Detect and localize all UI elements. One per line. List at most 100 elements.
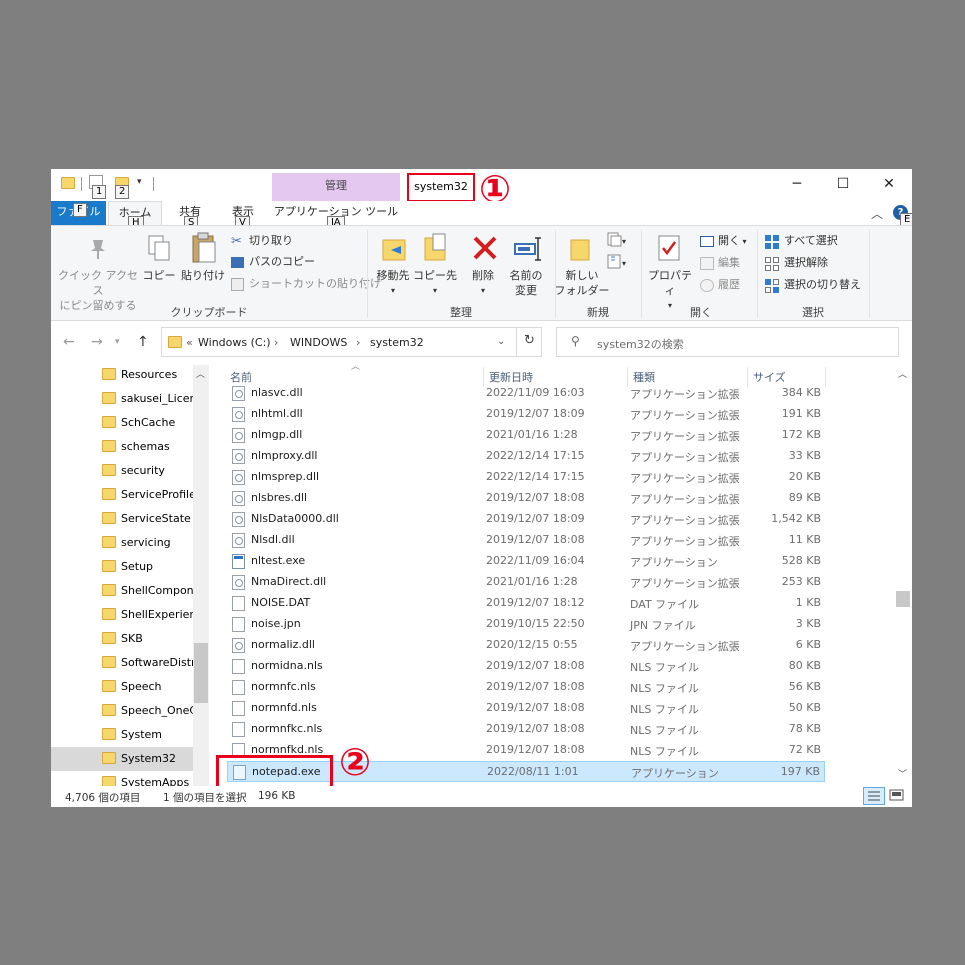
new-item-icon[interactable]: ▾ [607,232,627,248]
address-dropdown-icon[interactable]: ⌄ [497,336,505,347]
file-row[interactable]: Nlsdl.dll 2019/12/07 18:08 アプリケーション拡張 11 KB [227,530,825,551]
breadcrumb-windows[interactable]: WINDOWS [290,336,347,349]
nav-item-system[interactable]: System [51,723,193,747]
file-row[interactable]: normaliz.dll 2020/12/15 0:55 アプリケーション拡張 6 K… [227,635,825,656]
nav-item-schemas[interactable]: schemas [51,435,193,459]
nav-item-security[interactable]: security [51,459,193,483]
file-row[interactable]: nlmsprep.dll 2022/12/14 17:15 アプリケーション拡張 20… [227,467,825,488]
nav-item-sakusei[interactable]: sakusei_Licen [51,387,193,411]
details-view-icon[interactable] [863,787,885,805]
delete-button[interactable]: 削除 ▾ [463,268,503,298]
nav-item-schcache[interactable]: SchCache [51,411,193,435]
select-none-button[interactable]: 選択解除 [784,255,828,271]
nav-scroll-thumb[interactable] [194,643,208,703]
nav-item-servicing[interactable]: servicing [51,531,193,555]
select-all-button[interactable]: すべて選択 [784,233,838,249]
breadcrumb-chevron-icon[interactable]: › [356,336,360,349]
breadcrumb-chevron-icon[interactable]: › [274,336,278,349]
file-list-scrollbar[interactable]: ︿ ﹀ [894,365,912,786]
search-box[interactable]: ⚲ system32の検索 [556,327,899,357]
file-row[interactable]: nltest.exe 2022/11/09 16:04 アプリケーション 528 KB [227,551,825,572]
file-date: 2022/08/11 1:01 [487,765,579,778]
copy-path-button[interactable]: パスのコピー [249,254,315,270]
edit-button[interactable]: 編集 [718,255,740,271]
file-row[interactable]: NmaDirect.dll 2021/01/16 1:28 アプリケーション拡張 25… [227,572,825,593]
scroll-up-icon[interactable]: ︿ [898,367,907,380]
nav-item-label: ShellExperien [121,608,193,621]
file-row[interactable]: normnfc.nls 2019/12/07 18:08 NLS ファイル 56 KB [227,677,825,698]
breadcrumb-overflow[interactable]: « [186,336,193,349]
file-row[interactable]: normnfkc.nls 2019/12/07 18:08 NLS ファイル 78 K… [227,719,825,740]
qa-divider [81,177,82,191]
nav-item-speech-onecore[interactable]: Speech_OneC [51,699,193,723]
nav-item-servicestate[interactable]: ServiceState [51,507,193,531]
nav-item-shellexperiences[interactable]: ShellExperien [51,603,193,627]
copy-to-button[interactable]: コピー先 ▾ [413,268,457,298]
breadcrumb-windows-c[interactable]: Windows (C:) [198,336,271,349]
file-row[interactable]: normidna.nls 2019/12/07 18:08 NLS ファイル 80 K… [227,656,825,677]
file-size: 80 KB [788,659,821,672]
ribbon-separator [869,230,870,318]
move-to-button[interactable]: 移動先 ▾ [371,268,415,298]
file-row[interactable]: nlmgp.dll 2021/01/16 1:28 アプリケーション拡張 172 KB [227,425,825,446]
back-arrow-icon[interactable]: ← [63,334,75,350]
minimize-button[interactable]: ─ [774,169,820,201]
folder-icon [102,536,116,548]
file-name: nlasvc.dll [251,386,303,399]
rename-button[interactable]: 名前の 変更 [503,268,549,298]
file-name: nlmsprep.dll [251,470,320,483]
large-icons-view-icon[interactable] [887,787,907,805]
file-size: 89 KB [788,491,821,504]
scroll-down-icon[interactable]: ﹀ [898,767,907,780]
dll-icon [232,386,245,401]
refresh-icon[interactable]: ↻ [516,327,542,357]
recent-locations-icon[interactable]: ▾ [115,337,120,347]
dll-icon [232,638,245,653]
nav-item-setup[interactable]: Setup [51,555,193,579]
file-size: 33 KB [788,449,821,462]
file-name: normnfd.nls [251,701,317,714]
qa-customize-icon[interactable]: ▾ [137,177,142,187]
file-type: アプリケーション [630,556,718,569]
history-button[interactable]: 履歴 [718,277,740,293]
open-button[interactable]: 開く ▾ [718,233,747,250]
cut-button[interactable]: 切り取り [249,233,293,249]
file-row[interactable]: noise.jpn 2019/10/15 22:50 JPN ファイル 3 KB [227,614,825,635]
nav-pane-scrollbar[interactable]: ︿ [193,365,209,786]
up-arrow-icon[interactable]: ↑ [137,334,149,350]
nav-item-systemapps[interactable]: SystemApps [51,771,193,786]
nav-item-resources[interactable]: Resources [51,365,193,387]
nav-item-speech[interactable]: Speech [51,675,193,699]
file-row[interactable]: nlmproxy.dll 2022/12/14 17:15 アプリケーション拡張 33… [227,446,825,467]
paste-button[interactable]: 貼り付け [179,268,227,283]
nav-item-softwaredistribution[interactable]: SoftwareDistr [51,651,193,675]
nav-item-shellcomponents[interactable]: ShellCompon [51,579,193,603]
breadcrumb-system32[interactable]: system32 [370,336,424,349]
file-row[interactable]: normnfd.nls 2019/12/07 18:08 NLS ファイル 50 KB [227,698,825,719]
address-bar[interactable]: « Windows (C:) › WINDOWS › system32 ⌄ [161,327,542,357]
file-size: 11 KB [788,533,821,546]
scroll-thumb[interactable] [896,591,910,607]
collapse-ribbon-icon[interactable]: ︿ [871,205,883,222]
file-row[interactable]: NOISE.DAT 2019/12/07 18:12 DAT ファイル 1 KB [227,593,825,614]
file-row[interactable]: NlsData0000.dll 2019/12/07 18:09 アプリケーション拡… [227,509,825,530]
invert-selection-button[interactable]: 選択の切り替え [784,277,861,293]
paste-shortcut-button[interactable]: ショートカットの貼り付け [249,276,381,292]
nav-item-serviceprofiles[interactable]: ServiceProfile [51,483,193,507]
scroll-up-icon[interactable]: ︿ [196,367,205,380]
file-date: 2022/11/09 16:03 [486,386,585,399]
copy-button[interactable]: コピー [141,268,177,283]
nav-item-skb[interactable]: SKB [51,627,193,651]
file-row[interactable]: nlhtml.dll 2019/12/07 18:09 アプリケーション拡張 191 … [227,404,825,425]
forward-arrow-icon[interactable]: → [91,334,103,350]
file-row[interactable]: nlasvc.dll 2022/11/09 16:03 アプリケーション拡張 384 … [227,383,825,404]
keytip-file: F [73,203,87,217]
open-group-label: 開く [690,306,712,319]
maximize-button[interactable]: ☐ [820,169,866,201]
new-folder-button[interactable]: 新しい フォルダー [551,268,613,298]
close-button[interactable]: ✕ [866,169,912,201]
file-name: nltest.exe [251,554,306,567]
nav-item-system32[interactable]: System32 [51,747,193,771]
file-row[interactable]: nlsbres.dll 2019/12/07 18:08 アプリケーション拡張 89 … [227,488,825,509]
pin-quick-access-button[interactable]: クイック アクセス にピン留めする [57,268,139,313]
